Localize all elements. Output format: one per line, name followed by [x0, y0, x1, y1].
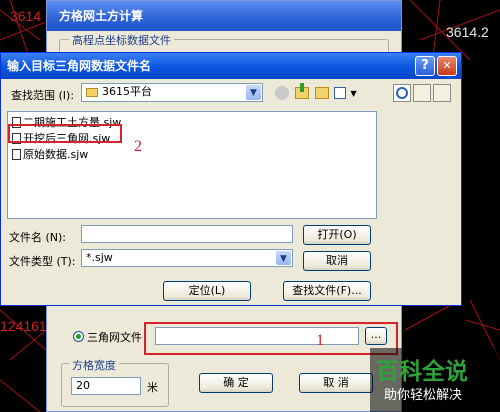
watermark: 百科全说 助你轻松解决: [370, 348, 500, 412]
new-folder-icon[interactable]: [313, 84, 331, 102]
elevation-group-label: 高程点坐标数据文件: [69, 32, 174, 48]
file-name: 原始数据.sjw: [23, 148, 89, 161]
file-icon: [12, 149, 21, 160]
open-file-title: 输入目标三角网数据文件名: [7, 59, 152, 73]
triangle-file-radio[interactable]: [73, 331, 84, 342]
annotation-box-2: [8, 124, 122, 143]
file-item[interactable]: 原始数据.sjw: [12, 148, 88, 162]
look-in-value: 3615平台: [102, 85, 152, 98]
up-folder-icon[interactable]: [293, 83, 311, 102]
filename-input[interactable]: [81, 225, 293, 243]
open-file-dialog: 输入目标三角网数据文件名 ? ✕ 查找范围 (I): 3615平台 ▼ ▼ 二期…: [0, 52, 462, 306]
folder-icon: [86, 88, 98, 97]
open-button[interactable]: 打开(O): [303, 225, 371, 245]
help-button[interactable]: ?: [415, 56, 435, 76]
locate-button[interactable]: 定位(L): [163, 281, 251, 301]
watermark-slogan: 助你轻松解决: [384, 388, 463, 403]
find-file-button[interactable]: 查找文件(F)...: [283, 281, 371, 301]
view-menu-icon[interactable]: ▼: [333, 84, 357, 102]
preview-icon[interactable]: [413, 84, 431, 102]
triangle-file-label: 三角网文件: [87, 331, 142, 344]
grid-width-label: 方格宽度: [69, 357, 119, 373]
filetype-label: 文件类型 (T):: [9, 255, 76, 268]
annotation-box-1: [144, 322, 398, 355]
annotation-marker-1: 1: [316, 332, 324, 349]
dialog-cancel-button[interactable]: 取消: [303, 251, 371, 271]
cad-label-left-bottom: 124161: [0, 318, 47, 334]
filename-label: 文件名 (N):: [9, 231, 67, 244]
cad-label-right-top: 3614.2: [446, 24, 489, 40]
properties-icon[interactable]: [433, 84, 451, 102]
chevron-down-icon: ▼: [276, 251, 291, 265]
look-in-label: 查找范围 (I):: [11, 89, 75, 102]
chevron-down-icon: ▼: [246, 85, 261, 100]
earthwork-calc-titlebar: 方格网土方计算: [47, 1, 401, 31]
open-file-titlebar: 输入目标三角网数据文件名: [1, 53, 461, 79]
grid-width-unit: 米: [147, 381, 158, 394]
search-icon[interactable]: [393, 84, 411, 102]
cad-label-left-top: 3614: [10, 8, 42, 24]
back-icon[interactable]: [273, 84, 291, 102]
back-cancel-button[interactable]: 取 消: [299, 373, 373, 393]
filetype-select[interactable]: *.sjw ▼: [81, 249, 293, 267]
ok-button[interactable]: 确 定: [199, 373, 273, 393]
look-in-select[interactable]: 3615平台 ▼: [81, 83, 263, 102]
filetype-value: *.sjw: [86, 251, 113, 264]
annotation-marker-2: 2: [134, 138, 142, 155]
close-button[interactable]: ✕: [437, 56, 457, 76]
watermark-name: 百科全说: [376, 359, 468, 385]
grid-width-input[interactable]: 20: [71, 377, 141, 395]
